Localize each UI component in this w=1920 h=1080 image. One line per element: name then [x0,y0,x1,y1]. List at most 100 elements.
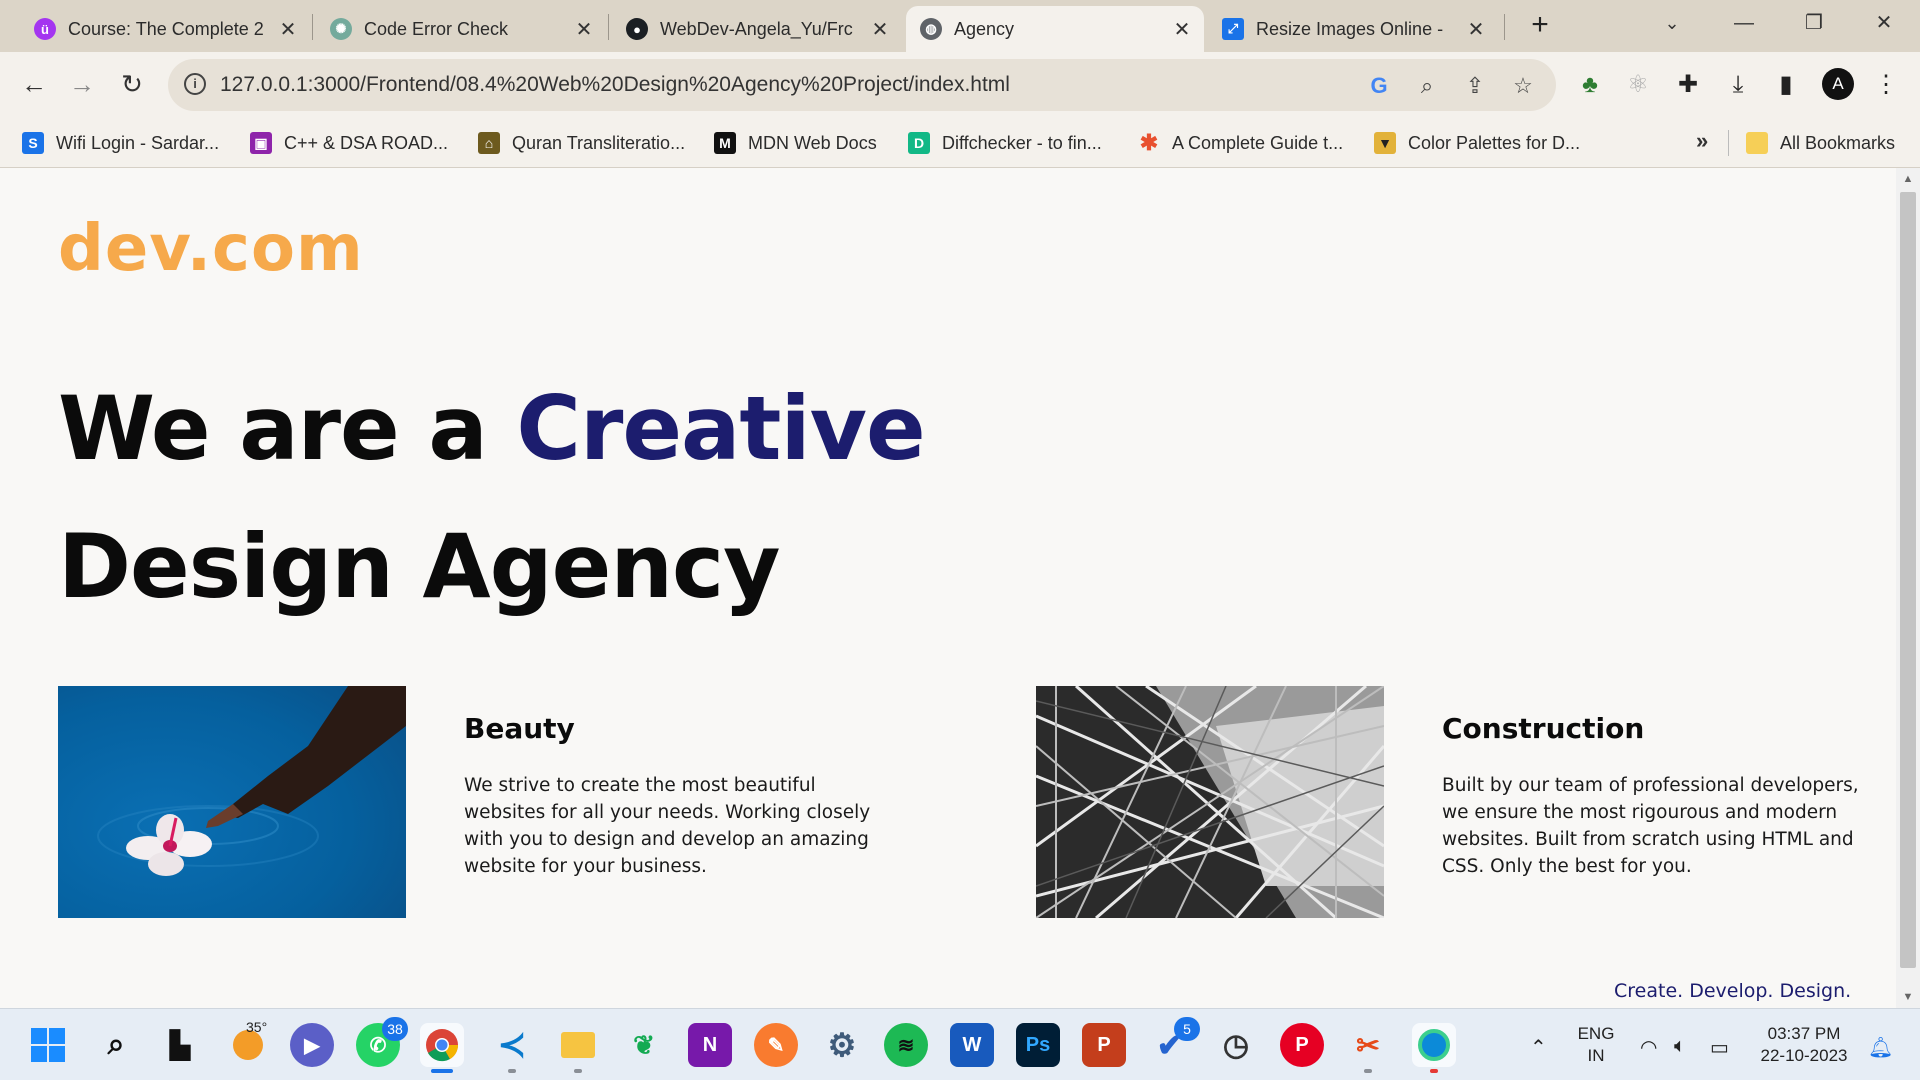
close-icon[interactable]: ✕ [574,17,594,42]
pinterest-icon[interactable]: P [1280,1023,1324,1067]
card-title-beauty: Beauty [464,712,575,745]
google-lens-icon[interactable]: G [1364,71,1394,101]
start-button[interactable] [26,1023,70,1067]
language-code: ENG [1577,1024,1615,1043]
bookmark-label: MDN Web Docs [748,132,877,153]
bookmark-quran[interactable]: ⌂ Quran Transliteratio... [478,130,685,156]
close-window-button[interactable]: ✕ [1852,6,1916,40]
vscode-icon[interactable]: ≺ [490,1023,534,1073]
flower-in-water-photo [58,686,406,918]
notification-bell-icon[interactable]: 🔔︎ [1868,1035,1893,1060]
settings-icon[interactable]: ⚙ [820,1023,864,1067]
forward-button[interactable]: → [62,64,102,104]
profile-avatar[interactable]: A [1822,68,1854,100]
weather-widget[interactable]: 35° [226,1019,270,1067]
bookmark-label: Color Palettes for D... [1408,132,1581,153]
github-icon: ● [626,18,648,40]
url-text[interactable]: 127.0.0.1:3000/Frontend/08.4%20Web%20Des… [220,73,1010,97]
chrome-icon[interactable] [420,1023,464,1073]
chrome-logo-icon [426,1029,459,1062]
tab-udemy[interactable]: ü Course: The Complete 2 ✕ [20,6,310,52]
battery-icon[interactable]: ▭ [1710,1035,1729,1060]
language-indicator[interactable]: ENG IN [1572,1023,1620,1067]
edge-icon[interactable] [1412,1023,1456,1073]
word-icon[interactable]: W [950,1023,994,1067]
weather-temperature: 35° [246,1019,268,1035]
extensions-icon[interactable]: ✚ [1672,69,1704,101]
page-scrollbar[interactable]: ▲ ▼ [1896,168,1920,1008]
all-bookmarks-button[interactable]: All Bookmarks [1746,130,1895,156]
spotify-icon[interactable]: ≋ [884,1023,928,1067]
task-view-icon[interactable]: ▙ [158,1023,202,1067]
close-icon[interactable]: ✕ [1172,17,1192,42]
bookmark-color-palettes[interactable]: ▼ Color Palettes for D... [1374,130,1580,156]
tab-separator [312,14,313,40]
back-button[interactable]: ← [14,64,54,104]
clock-app-icon[interactable]: ◷ [1214,1023,1258,1067]
wifi-icon[interactable]: ◠ [1640,1035,1657,1060]
hero-accent-text: Creative [516,377,925,480]
scroll-up-arrow-icon[interactable]: ▲ [1896,168,1920,190]
address-bar[interactable]: i 127.0.0.1:3000/Frontend/08.4%20Web%20D… [168,59,1556,111]
bookmarks-overflow-button[interactable]: » [1696,128,1708,154]
new-tab-button[interactable]: + [1524,8,1556,44]
volume-icon[interactable]: 🔈︎ [1674,1035,1686,1058]
tab-separator [1504,14,1505,40]
search-icon[interactable]: ⌕ [94,1023,138,1067]
bookmark-mdn[interactable]: M MDN Web Docs [714,130,877,156]
bookmark-label: Quran Transliteratio... [512,132,686,153]
bookmark-wifi-login[interactable]: S Wifi Login - Sardar... [22,130,219,156]
site-logo[interactable]: dev.com [58,212,364,286]
hero-plain-text: We are a [58,377,517,480]
photoshop-icon[interactable]: Ps [1016,1023,1060,1067]
side-panel-icon[interactable]: ▮ [1770,69,1802,101]
close-icon[interactable]: ✕ [1466,17,1486,42]
html-extension-icon[interactable]: ♣ [1574,69,1606,101]
mongodb-compass-icon[interactable]: ❦ [622,1023,666,1067]
diffchecker-icon: D [908,132,930,154]
scroll-thumb[interactable] [1900,192,1916,968]
bookmark-diffchecker[interactable]: D Diffchecker - to fin... [908,130,1102,156]
react-devtools-icon[interactable]: ⚛ [1622,69,1654,101]
file-explorer-icon[interactable] [556,1023,600,1073]
close-icon[interactable]: ✕ [278,17,298,42]
chatgpt-icon: ✺ [330,18,352,40]
download-icon[interactable]: ⤓ [1722,69,1754,101]
restore-button[interactable]: ❐ [1782,6,1846,40]
footer-tagline: Create. Develop. Design. [1614,980,1852,1002]
running-indicator [1364,1069,1372,1073]
share-icon[interactable]: ⇪ [1460,71,1490,101]
tab-code-error-check[interactable]: ✺ Code Error Check ✕ [316,6,606,52]
bookmark-star-icon[interactable]: ☆ [1508,71,1538,101]
whatsapp-icon[interactable]: ✆ 38 [356,1017,408,1067]
clock[interactable]: 03:37 PM 22-10-2023 [1752,1023,1856,1067]
zoom-icon[interactable]: ⌕ [1412,71,1442,101]
postman-icon[interactable]: ✎ [754,1023,798,1067]
folder-icon [561,1032,595,1058]
hero-line-1: We are a Creative [58,360,926,498]
tab-title: Resize Images Online - [1256,18,1444,39]
powerpoint-icon[interactable]: P [1082,1023,1126,1067]
close-icon[interactable]: ✕ [870,17,890,42]
tab-github[interactable]: ● WebDev-Angela_Yu/Frc ✕ [612,6,902,52]
show-hidden-icons-chevron-icon[interactable]: ⌃ [1530,1035,1547,1060]
tab-resize-images[interactable]: ⤢ Resize Images Online - ✕ [1208,6,1498,52]
bookmark-css-guide[interactable]: ✱ A Complete Guide t... [1138,130,1343,156]
bookmark-cpp-dsa[interactable]: ▣ C++ & DSA ROAD... [250,130,448,156]
bookmark-label: Diffchecker - to fin... [942,132,1102,153]
hero-line-2: Design Agency [58,515,781,618]
microsoft-todo-icon[interactable]: ✔ 5 [1148,1017,1200,1067]
teams-icon[interactable]: ▶ [290,1023,334,1067]
site-info-icon[interactable]: i [184,73,206,95]
tab-agency[interactable]: ◍ Agency ✕ [906,6,1204,52]
tab-separator [608,14,609,40]
mdn-icon: M [714,132,736,154]
minimize-button[interactable]: — [1712,6,1776,40]
tab-search-icon[interactable]: ⌄ [1640,6,1704,40]
windows-taskbar: ⌕ ▙ 35° ▶ ✆ 38 ≺ ❦ N ✎ ⚙ ≋ W Ps P ✔ 5 ◷ … [0,1008,1920,1080]
reload-button[interactable]: ↻ [112,64,152,104]
snipping-tool-icon[interactable]: ✂ [1346,1023,1390,1073]
onenote-icon[interactable]: N [688,1023,732,1067]
scroll-down-arrow-icon[interactable]: ▼ [1896,986,1920,1008]
menu-icon[interactable]: ⋮ [1870,69,1902,101]
